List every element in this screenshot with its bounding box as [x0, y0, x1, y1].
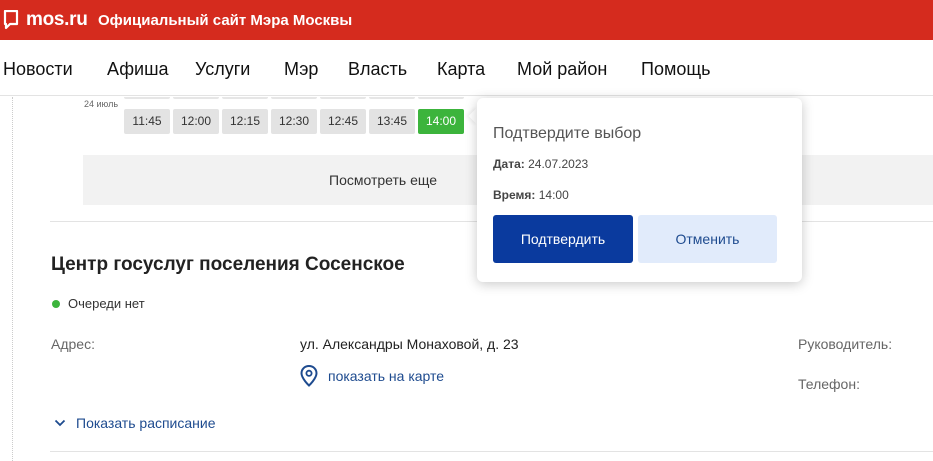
- time-slot-hidden: [418, 97, 464, 99]
- confirm-button[interactable]: Подтвердить: [493, 215, 633, 263]
- nav-item-mayor[interactable]: Мэр: [284, 59, 318, 80]
- time-slot[interactable]: 12:15: [222, 109, 268, 134]
- time-slot-hidden: [369, 97, 415, 99]
- site-logo[interactable]: mos.ru: [26, 9, 88, 31]
- nav-item-afisha[interactable]: Афиша: [107, 59, 169, 80]
- popup-date-value: 24.07.2023: [528, 157, 589, 171]
- queue-status: Очереди нет: [68, 296, 145, 311]
- nav-item-map[interactable]: Карта: [437, 59, 485, 80]
- nav-item-my-district[interactable]: Мой район: [517, 59, 607, 80]
- site-title: Официальный сайт Мэра Москвы: [98, 12, 353, 29]
- popup-time-label: Время:: [493, 188, 536, 202]
- chevron-down-icon[interactable]: [54, 418, 66, 428]
- main-nav: Новости Афиша Услуги Мэр Власть Карта Мо…: [0, 40, 933, 96]
- popup-title: Подтвердите выбор: [493, 125, 642, 142]
- center-title: Центр госуслуг поселения Сосенское: [51, 254, 405, 275]
- time-slot-hidden: [124, 97, 170, 99]
- show-on-map-link[interactable]: показать на карте: [328, 368, 444, 384]
- address-label: Адрес:: [51, 336, 95, 352]
- popup-time: Время: 14:00: [493, 188, 569, 202]
- time-slot-hidden: [271, 97, 317, 99]
- mos-logo-icon[interactable]: [3, 10, 19, 30]
- nav-item-government[interactable]: Власть: [348, 59, 407, 80]
- popup-date-label: Дата:: [493, 157, 525, 171]
- show-schedule-link[interactable]: Показать расписание: [76, 415, 216, 431]
- divider: [50, 451, 933, 452]
- popup-date: Дата: 24.07.2023: [493, 157, 588, 171]
- map-pin-icon[interactable]: [300, 365, 318, 387]
- top-header-bar: mos.ru Официальный сайт Мэра Москвы: [0, 0, 933, 40]
- confirm-popup: Подтвердите выбор Дата: 24.07.2023 Время…: [477, 98, 802, 282]
- address-value: ул. Александры Монаховой, д. 23: [300, 336, 519, 352]
- popup-time-value: 14:00: [538, 188, 569, 202]
- section-guide-line: [12, 97, 13, 461]
- nav-item-help[interactable]: Помощь: [641, 59, 711, 80]
- queue-status-dot: [52, 300, 60, 308]
- time-slot-hidden: [222, 97, 268, 99]
- time-slot-hidden: [173, 97, 219, 99]
- cancel-button[interactable]: Отменить: [638, 215, 777, 263]
- slot-date-label: 24 июль: [84, 99, 119, 109]
- nav-item-services[interactable]: Услуги: [195, 59, 250, 80]
- time-slot[interactable]: 13:45: [369, 109, 415, 134]
- time-slot-selected[interactable]: 14:00: [418, 109, 464, 134]
- phone-label: Телефон:: [798, 376, 860, 392]
- nav-item-news[interactable]: Новости: [3, 59, 73, 80]
- time-slot[interactable]: 11:45: [124, 109, 170, 134]
- time-slot-hidden: [320, 97, 366, 99]
- time-slot[interactable]: 12:45: [320, 109, 366, 134]
- time-slot[interactable]: 12:00: [173, 109, 219, 134]
- manager-label: Руководитель:: [798, 336, 893, 352]
- time-slot[interactable]: 12:30: [271, 109, 317, 134]
